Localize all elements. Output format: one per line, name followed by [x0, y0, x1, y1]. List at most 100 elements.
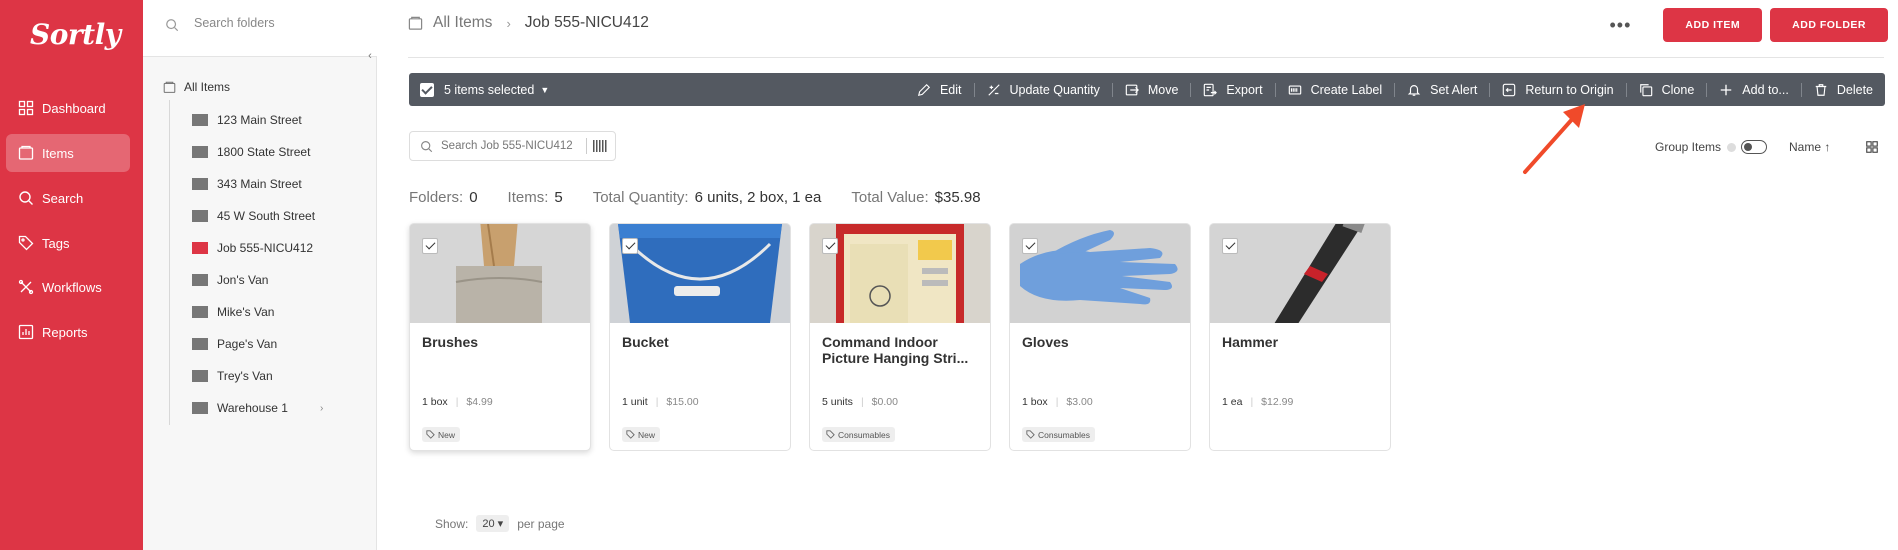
- breadcrumb-current: Job 555-NICU412: [524, 14, 649, 31]
- item-checkbox[interactable]: [822, 238, 838, 254]
- item-name[interactable]: Bucket: [622, 334, 782, 350]
- item-quantity: 5 units: [822, 396, 853, 408]
- action-label: Return to Origin: [1525, 82, 1614, 97]
- item-tag[interactable]: Consumables: [822, 427, 895, 442]
- tag-label: Consumables: [838, 429, 890, 440]
- tag-label: New: [638, 429, 656, 440]
- nav-item-workflows[interactable]: Workflows: [6, 268, 130, 306]
- info-icon[interactable]: [1727, 142, 1737, 152]
- folder-icon: [192, 338, 208, 350]
- folder-item[interactable]: 1800 State Street: [192, 145, 310, 159]
- item-checkbox[interactable]: [1222, 238, 1238, 254]
- nav-item-items[interactable]: Items: [6, 134, 130, 172]
- folder-item[interactable]: Warehouse 1: [192, 401, 288, 415]
- delete-button[interactable]: Delete: [1802, 73, 1885, 106]
- clone-button[interactable]: Clone: [1627, 73, 1707, 106]
- group-items-toggle-row: Group Items: [1655, 140, 1768, 154]
- item-checkbox[interactable]: [1022, 238, 1038, 254]
- move-icon: [1125, 84, 1139, 95]
- folder-item-active[interactable]: Job 555-NICU412: [192, 241, 313, 255]
- item-quantity: 1 box: [422, 396, 448, 408]
- folder-search[interactable]: Search folders: [143, 0, 377, 57]
- return-to-origin-button[interactable]: Return to Origin: [1490, 73, 1625, 106]
- main-content: All Items › Job 555-NICU412 ••• ADD ITEM…: [377, 0, 1898, 550]
- meta-separator: |: [1250, 396, 1254, 408]
- action-label: Update Quantity: [1009, 82, 1100, 97]
- sortly-logo[interactable]: Sortly: [30, 18, 121, 51]
- folder-icon: [192, 210, 208, 222]
- dashboard-icon: [18, 100, 34, 116]
- barcode-scan-icon[interactable]: [593, 140, 607, 152]
- item-price: $0.00: [871, 396, 898, 408]
- item-tag[interactable]: Consumables: [1022, 427, 1095, 442]
- folder-item[interactable]: Page's Van: [192, 337, 277, 351]
- nav-item-dashboard[interactable]: Dashboard: [6, 89, 130, 127]
- item-card[interactable]: Gloves 1 box | $3.00 Consumables: [1009, 223, 1191, 451]
- item-card[interactable]: Command Indoor Picture Hanging Stri... 5…: [809, 223, 991, 451]
- select-all-checkbox[interactable]: [420, 82, 434, 97]
- selection-count[interactable]: 5 items selected: [444, 83, 534, 97]
- page-size-value: 20: [482, 518, 495, 530]
- folder-search-placeholder: Search folders: [194, 16, 275, 30]
- add-to-button[interactable]: Add to...: [1707, 73, 1801, 106]
- folder-item-search-input[interactable]: Search Job 555-NICU412: [409, 131, 616, 161]
- folder-item[interactable]: Trey's Van: [192, 369, 273, 383]
- folder-icon: [192, 274, 208, 286]
- action-label: Clone: [1661, 82, 1695, 97]
- export-icon: [1204, 83, 1218, 96]
- create-label-button[interactable]: Create Label: [1276, 73, 1395, 106]
- add-item-button[interactable]: ADD ITEM: [1663, 8, 1763, 42]
- add-folder-button[interactable]: ADD FOLDER: [1770, 8, 1888, 42]
- total-value-label: Total Value:: [851, 189, 929, 206]
- grid-view-icon[interactable]: [1865, 140, 1879, 154]
- expand-chevron-icon[interactable]: ›: [320, 403, 323, 414]
- folder-icon: [192, 370, 208, 382]
- tree-item-all-items[interactable]: All Items: [163, 80, 230, 94]
- return-icon: [1503, 83, 1516, 96]
- group-items-toggle[interactable]: [1741, 140, 1768, 154]
- sort-by-name-button[interactable]: Name ↑: [1789, 140, 1830, 154]
- label-icon: [1288, 84, 1301, 95]
- export-button[interactable]: Export: [1191, 73, 1274, 106]
- bell-icon: [1407, 84, 1421, 96]
- nav-label: Reports: [42, 324, 88, 340]
- folder-item[interactable]: Jon's Van: [192, 273, 268, 287]
- more-options-icon[interactable]: •••: [1610, 15, 1632, 36]
- item-meta: 1 box | $3.00: [1022, 396, 1093, 408]
- folder-item[interactable]: 343 Main Street: [192, 177, 302, 191]
- edit-button[interactable]: Edit: [905, 73, 974, 106]
- folder-item[interactable]: 45 W South Street: [192, 209, 315, 223]
- update-quantity-button[interactable]: Update Quantity: [975, 73, 1112, 106]
- breadcrumb-root[interactable]: All Items: [433, 14, 492, 32]
- meta-separator: |: [455, 396, 459, 408]
- divider: [408, 57, 1884, 58]
- item-name[interactable]: Hammer: [1222, 334, 1382, 350]
- set-alert-button[interactable]: Set Alert: [1395, 73, 1489, 106]
- item-tag[interactable]: New: [422, 427, 461, 442]
- nav-item-reports[interactable]: Reports: [6, 313, 130, 351]
- item-name[interactable]: Command Indoor Picture Hanging Stri...: [822, 334, 982, 366]
- tag-label: Consumables: [1038, 429, 1090, 440]
- folder-item[interactable]: 123 Main Street: [192, 113, 302, 127]
- folder-icon: [192, 114, 208, 126]
- nav-item-search[interactable]: Search: [6, 179, 130, 217]
- item-card[interactable]: Brushes 1 box | $4.99 New: [409, 223, 591, 451]
- item-checkbox[interactable]: [622, 238, 638, 254]
- item-meta: 5 units | $0.00: [822, 396, 898, 408]
- folder-item[interactable]: Mike's Van: [192, 305, 274, 319]
- item-tag[interactable]: New: [622, 427, 661, 442]
- action-label: Create Label: [1310, 82, 1383, 97]
- move-button[interactable]: Move: [1113, 73, 1191, 106]
- tag-icon: [18, 235, 34, 251]
- search-icon: [421, 140, 433, 152]
- item-checkbox[interactable]: [422, 238, 438, 254]
- item-name[interactable]: Gloves: [1022, 334, 1182, 350]
- chevron-down-icon[interactable]: ▼: [540, 85, 549, 95]
- item-card[interactable]: Hammer 1 ea | $12.99: [1209, 223, 1391, 451]
- nav-item-tags[interactable]: Tags: [6, 224, 130, 262]
- collapse-panel-icon[interactable]: ‹: [363, 50, 377, 64]
- page-size-select[interactable]: 20 ▾: [476, 515, 510, 532]
- folder-label: Jon's Van: [217, 273, 269, 287]
- item-name[interactable]: Brushes: [422, 334, 582, 350]
- item-card[interactable]: Bucket 1 unit | $15.00 New: [609, 223, 791, 451]
